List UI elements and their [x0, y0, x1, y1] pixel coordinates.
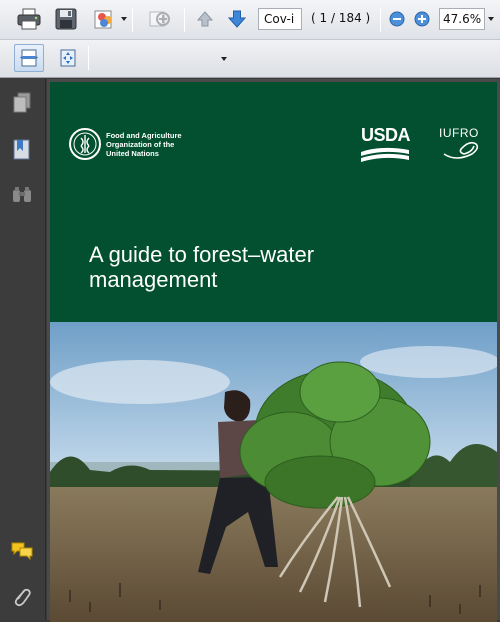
collaborate-dropdown-arrow[interactable] — [121, 17, 127, 21]
fit-page-icon — [60, 49, 76, 67]
previous-page-button[interactable] — [194, 7, 216, 31]
usda-logo-text: USDA — [361, 125, 411, 145]
usda-swoosh-icon — [361, 147, 409, 162]
print-button[interactable] — [15, 6, 43, 32]
fao-emblem-icon — [69, 128, 101, 160]
title-line-2: management — [89, 267, 218, 292]
separator — [88, 46, 89, 70]
fit-page-button[interactable] — [55, 45, 81, 71]
zoom-out-button[interactable] — [388, 10, 406, 28]
arrow-up-icon — [196, 11, 214, 27]
next-page-button[interactable] — [225, 7, 249, 31]
fao-line-1: Food and Agriculture — [106, 131, 182, 140]
fao-line-3: United Nations — [106, 149, 159, 158]
separator — [184, 8, 185, 32]
fit-width-button[interactable] — [14, 44, 44, 72]
iufro-swirl-icon — [443, 141, 479, 159]
people-share-icon — [94, 10, 112, 29]
send-review-button[interactable] — [144, 6, 174, 32]
arrow-down-icon — [227, 10, 247, 28]
separator — [380, 8, 381, 32]
comments-button[interactable] — [9, 539, 35, 563]
separator — [132, 8, 133, 32]
document-title: A guide to forest–water management — [89, 242, 389, 292]
page-number-input[interactable]: Cov-i — [258, 8, 302, 30]
save-button[interactable] — [52, 6, 80, 32]
plus-circle-icon — [414, 11, 430, 27]
navigation-panel — [0, 79, 46, 620]
fao-logo-text: Food and Agriculture Organization of the… — [106, 131, 182, 158]
page-thumbnails-button[interactable] — [10, 91, 34, 115]
zoom-dropdown-arrow[interactable] — [488, 17, 494, 21]
find-dropdown-arrow[interactable] — [221, 57, 227, 61]
bookmark-icon — [13, 139, 30, 160]
comment-bubbles-icon — [11, 542, 33, 561]
mangrove-photo-image — [50, 322, 497, 622]
bookmarks-button[interactable] — [10, 137, 34, 163]
fit-width-icon — [20, 49, 38, 67]
document-page: Food and Agriculture Organization of the… — [50, 82, 497, 622]
secondary-toolbar: 查找 — [0, 40, 500, 109]
main-toolbar: Cov-i ( 1 / 184 ) 47.6% — [0, 0, 500, 40]
collaborate-button[interactable] — [90, 6, 120, 32]
page-count: ( 1 / 184 ) — [311, 11, 371, 25]
share-review-icon — [149, 11, 170, 27]
zoom-in-button[interactable] — [413, 10, 431, 28]
title-line-1: A guide to forest–water — [89, 242, 315, 267]
pages-icon — [13, 92, 31, 113]
cover-photo — [50, 322, 497, 622]
search-panel-button[interactable] — [10, 183, 34, 207]
minus-circle-icon — [389, 11, 405, 27]
cover-header: Food and Agriculture Organization of the… — [50, 82, 497, 322]
fao-line-2: Organization of the — [106, 140, 175, 149]
printer-icon — [17, 8, 41, 30]
iufro-logo-text: IUFRO — [439, 126, 479, 140]
document-viewer[interactable]: Food and Agriculture Organization of the… — [47, 79, 500, 622]
paperclip-icon — [14, 588, 31, 607]
floppy-disk-icon — [55, 8, 77, 30]
zoom-level-input[interactable]: 47.6% — [439, 8, 485, 30]
attachments-button[interactable] — [10, 584, 34, 610]
binoculars-icon — [13, 187, 31, 202]
